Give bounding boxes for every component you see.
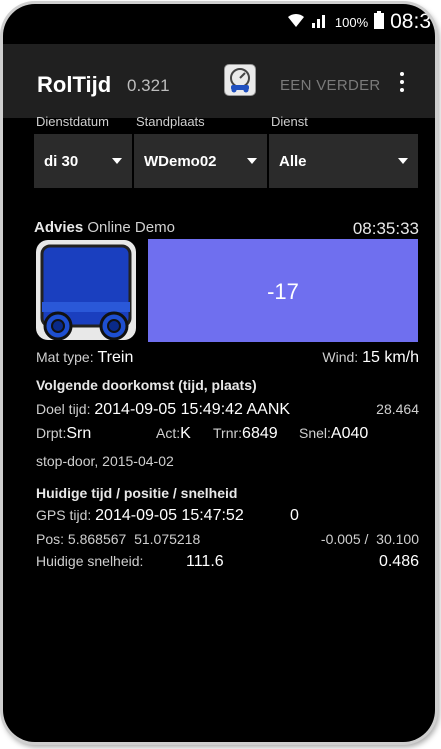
doel-tijd-label: Doel tijd: [36, 401, 91, 417]
status-time: 08:3 [390, 10, 431, 33]
act-label: Act: [156, 425, 181, 441]
gps-label: GPS tijd: [36, 507, 92, 523]
mat-wind-row: Mat type: Trein Wind: 15 km/h [36, 349, 419, 367]
gps-row: GPS tijd: 2014-09-05 15:47:52 0 [36, 507, 419, 525]
volgende-heading: Volgende doorkomst (tijd, plaats) [36, 377, 257, 393]
pos-value: 5.868567 51.075218 [67, 531, 201, 547]
standplaats-value: WDemo02 [144, 153, 217, 170]
advies-subtitle: Online Demo [87, 219, 175, 236]
wind-label: Wind: [322, 349, 359, 365]
snel-group: Snel:A040 [299, 425, 368, 443]
pos-extra: -0.005 / 30.100 [320, 531, 419, 547]
train-icon [36, 240, 136, 341]
gps-value: 2014-09-05 15:47:52 [95, 507, 244, 524]
stop-note: stop-door, 2015-04-02 [36, 453, 174, 469]
dropdown-arrow-icon [112, 158, 122, 164]
train-gauge-icon[interactable] [224, 64, 256, 96]
snel-label: Snel: [299, 425, 331, 441]
doel-tijd-value: 2014-09-05 15:49:42 AANK [94, 401, 291, 418]
trnr-label: Trnr: [213, 425, 243, 441]
dienst-value: Alle [279, 153, 307, 170]
advies-value: -17 [267, 279, 299, 304]
snelheid-extra: 0.486 [378, 553, 419, 570]
snelheid-label: Huidige snelheid: [36, 553, 144, 569]
signal-icon [311, 12, 329, 33]
pos-label: Pos: [36, 531, 65, 547]
drpt-row: Drpt:Srn Act:K Trnr:6849 Snel:A040 [36, 425, 419, 443]
mat-type-label: Mat type: [36, 349, 94, 365]
overflow-menu-icon[interactable] [397, 72, 407, 96]
mat-type-value: Trein [97, 349, 134, 366]
dropdown-arrow-icon [398, 158, 408, 164]
dienst-label: Dienst [271, 114, 308, 129]
app-bar: RolTijd 0.321 EEN VERDER [3, 44, 435, 118]
dienst-dropdown[interactable]: Alle [269, 134, 418, 188]
een-verder-button[interactable]: EEN VERDER [280, 77, 381, 94]
dienstdatum-value: di 30 [44, 153, 79, 170]
status-icons: 100% 08:3 [287, 10, 431, 34]
drpt-value: Srn [66, 425, 92, 442]
wifi-icon [287, 12, 305, 33]
doel-tijd-row: Doel tijd: 2014-09-05 15:49:42 AANK 28.4… [36, 401, 419, 419]
snelheid-value: 111.6 [186, 553, 224, 570]
standplaats-label: Standplaats [136, 114, 205, 129]
app-title: RolTijd [37, 72, 112, 97]
advies-header: Advies Online Demo 08:35:33 [34, 219, 419, 238]
doel-tijd-extra: 28.464 [376, 401, 419, 417]
act-group: Act:K [156, 425, 191, 443]
advies-label: Advies [34, 219, 84, 236]
status-bar: 100% 08:3 [3, 4, 435, 36]
battery-icon [374, 10, 385, 34]
dropdown-arrow-icon [247, 158, 257, 164]
gps-extra: 0 [290, 507, 299, 524]
app-version: 0.321 [127, 76, 170, 95]
huidige-heading: Huidige tijd / positie / snelheid [36, 485, 238, 501]
wind-group: Wind: 15 km/h [322, 349, 419, 367]
standplaats-dropdown[interactable]: WDemo02 [134, 134, 267, 188]
phone-screen: 100% 08:3 RolTijd 0.321 EEN VERDER Diens… [3, 4, 435, 742]
battery-percent: 100% [334, 14, 369, 30]
drpt-label: Drpt: [36, 425, 67, 441]
advies-time: 08:35:33 [352, 219, 419, 238]
act-value: K [180, 425, 191, 442]
snelheid-row: Huidige snelheid: 111.6 0.486 [36, 553, 419, 570]
trnr-value: 6849 [242, 425, 278, 442]
wind-value: 15 km/h [362, 349, 419, 366]
selector-labels: Dienstdatum Standplaats Dienst [3, 114, 435, 132]
advies-display: -17 [148, 239, 418, 342]
snel-value: A040 [330, 425, 369, 442]
dienstdatum-dropdown[interactable]: di 30 [34, 134, 132, 188]
dienstdatum-label: Dienstdatum [36, 114, 109, 129]
trnr-group: Trnr:6849 [213, 425, 278, 443]
pos-row: Pos: 5.868567 51.075218 -0.005 / 30.100 [36, 531, 419, 547]
